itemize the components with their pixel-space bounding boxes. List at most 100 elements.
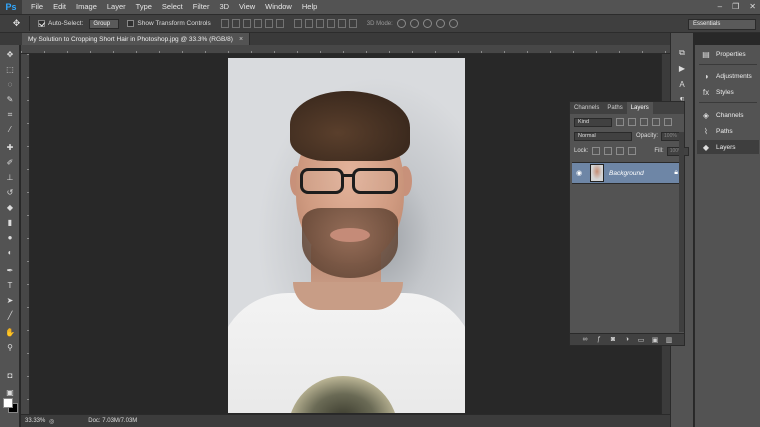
menu-type[interactable]: Type <box>131 0 157 14</box>
auto-select-checkbox[interactable] <box>38 20 45 27</box>
dock-adjustments[interactable]: ◑ Adjustments <box>697 69 759 83</box>
blend-mode-select[interactable]: Normal <box>574 131 632 141</box>
menu-select[interactable]: Select <box>157 0 188 14</box>
move-icon[interactable]: ✥ <box>4 16 30 31</box>
kind-filter-select[interactable]: Kind <box>574 117 612 127</box>
eyedropper-icon[interactable]: ⁄ <box>3 124 17 135</box>
shape-icon[interactable]: ╱ <box>3 310 17 321</box>
distribute-vcenter-icon[interactable] <box>304 19 313 28</box>
healing-icon[interactable]: ✚ <box>3 142 17 153</box>
3d-slide-icon[interactable] <box>435 19 445 28</box>
menu-edit[interactable]: Edit <box>48 0 71 14</box>
3d-roll-icon[interactable] <box>409 19 419 28</box>
tab-paths[interactable]: Paths <box>603 102 626 114</box>
actions-icon[interactable]: ▶ <box>676 63 688 74</box>
lasso-icon[interactable]: ◌ <box>3 79 17 90</box>
align-hcenter-icon[interactable] <box>264 19 273 28</box>
brush-icon[interactable]: ✐ <box>3 157 17 168</box>
layer-row[interactable]: ◉ Background 🔒︎ <box>572 162 684 184</box>
history-icon[interactable]: ⧉ <box>676 47 688 58</box>
quick-mask-icon[interactable]: ◘ <box>3 370 17 381</box>
new-group-icon[interactable]: ▭ <box>637 336 645 344</box>
distribute-left-icon[interactable] <box>326 19 335 28</box>
document-image[interactable] <box>228 58 465 413</box>
move-tool-icon[interactable]: ✥ <box>3 49 17 60</box>
menu-3d[interactable]: 3D <box>214 0 234 14</box>
3d-scale-icon[interactable] <box>448 19 458 28</box>
menu-layer[interactable]: Layer <box>102 0 131 14</box>
layers-scrollbar[interactable] <box>679 132 684 332</box>
close-button[interactable]: ✕ <box>749 2 756 11</box>
dock-properties[interactable]: ▤ Properties <box>697 47 759 61</box>
stamp-icon[interactable]: ⊥ <box>3 172 17 183</box>
filter-shape-icon[interactable] <box>652 118 660 126</box>
path-select-icon[interactable]: ➤ <box>3 295 17 306</box>
fill-input[interactable]: 100% <box>666 146 689 156</box>
show-transform-checkbox[interactable] <box>127 20 135 27</box>
hand-icon[interactable]: ✋ <box>3 327 17 338</box>
dock-paths[interactable]: ⌇ Paths <box>697 124 759 138</box>
workspace-select[interactable]: Essentials <box>688 19 756 30</box>
distribute-right-icon[interactable] <box>348 19 357 28</box>
zoom-level[interactable]: 33.33% <box>21 418 49 424</box>
zoom-icon[interactable]: ⚲ <box>3 342 17 353</box>
filter-adjustment-icon[interactable] <box>628 118 636 126</box>
layer-mask-icon[interactable]: ◙ <box>609 336 617 344</box>
delete-layer-icon[interactable]: ▥ <box>665 336 673 344</box>
link-layers-icon[interactable]: ∞ <box>581 336 589 344</box>
lock-transparent-icon[interactable] <box>592 147 601 155</box>
auto-select-target-select[interactable]: Group <box>89 18 120 29</box>
menu-help[interactable]: Help <box>297 0 322 14</box>
menu-file[interactable]: File <box>26 0 48 14</box>
close-tab-icon[interactable]: × <box>239 36 243 43</box>
marquee-icon[interactable]: ⬚ <box>3 64 17 75</box>
filter-type-icon[interactable] <box>640 118 648 126</box>
pen-icon[interactable]: ✒ <box>3 265 17 276</box>
tab-layers[interactable]: Layers <box>626 102 653 114</box>
lock-all-icon[interactable] <box>628 147 637 155</box>
foreground-color-swatch[interactable] <box>3 398 13 408</box>
gradient-icon[interactable]: ▮ <box>3 217 17 228</box>
menu-image[interactable]: Image <box>71 0 102 14</box>
3d-pan-icon[interactable] <box>422 19 432 28</box>
filter-pixel-icon[interactable] <box>616 118 624 126</box>
menu-view[interactable]: View <box>234 0 260 14</box>
align-top-icon[interactable] <box>220 19 229 28</box>
status-menu-icon[interactable]: ◎ <box>49 418 54 425</box>
dodge-icon[interactable]: ◐ <box>3 247 17 258</box>
filter-smart-icon[interactable] <box>664 118 672 126</box>
blur-icon[interactable]: ● <box>3 232 17 243</box>
new-layer-icon[interactable]: ▣ <box>651 336 659 344</box>
quick-select-icon[interactable]: ✎ <box>3 94 17 105</box>
distribute-top-icon[interactable] <box>293 19 302 28</box>
tab-channels[interactable]: Channels <box>570 102 603 114</box>
lock-position-icon[interactable] <box>616 147 625 155</box>
history-brush-icon[interactable]: ↺ <box>3 187 17 198</box>
crop-icon[interactable]: ⌗ <box>3 109 17 120</box>
fill-label: Fill: <box>654 148 664 154</box>
dock-styles[interactable]: fx Styles <box>697 85 759 99</box>
align-vcenter-icon[interactable] <box>231 19 240 28</box>
menu-window[interactable]: Window <box>260 0 297 14</box>
character-icon[interactable]: A <box>676 79 688 90</box>
visibility-eye-icon[interactable]: ◉ <box>576 169 586 177</box>
adjustment-layer-icon[interactable]: ◑ <box>623 336 631 344</box>
distribute-bottom-icon[interactable] <box>315 19 324 28</box>
layer-style-icon[interactable]: ƒ <box>595 336 603 344</box>
doc-info[interactable]: Doc: 7.03M/7.03M <box>88 418 137 424</box>
screen-mode-icon[interactable]: ▣ <box>3 387 17 398</box>
dock-channels[interactable]: ◈ Channels <box>697 108 759 122</box>
menu-filter[interactable]: Filter <box>188 0 215 14</box>
align-right-icon[interactable] <box>275 19 284 28</box>
document-tab[interactable]: My Solution to Cropping Short Hair in Ph… <box>22 33 251 45</box>
type-icon[interactable]: T <box>3 280 17 291</box>
minimize-button[interactable]: – <box>718 2 722 11</box>
align-bottom-icon[interactable] <box>242 19 251 28</box>
align-left-icon[interactable] <box>253 19 262 28</box>
distribute-hcenter-icon[interactable] <box>337 19 346 28</box>
lock-image-icon[interactable] <box>604 147 613 155</box>
eraser-icon[interactable]: ◆ <box>3 202 17 213</box>
dock-layers[interactable]: ◆ Layers <box>697 140 759 154</box>
3d-rotate-icon[interactable] <box>396 19 406 28</box>
restore-button[interactable]: ❐ <box>732 2 739 11</box>
